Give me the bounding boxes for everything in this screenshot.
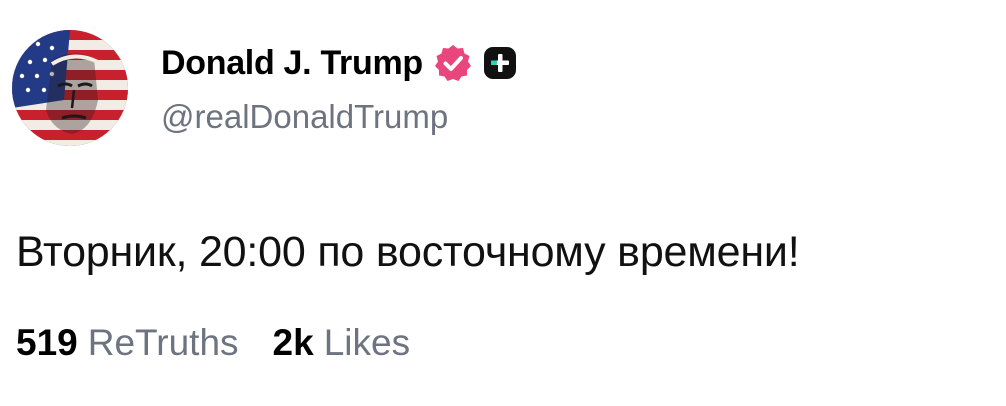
post-text: Вторник, 20:00 по восточному времени!	[16, 228, 800, 276]
retruths-count: 519	[16, 322, 78, 363]
retruths-label: ReTruths	[87, 322, 239, 363]
author-name-row: Donald J. Trump	[161, 40, 517, 86]
flag-portrait-avatar-icon	[12, 30, 128, 146]
truth-post: Donald J. Trump @realDonaldTrump Вторник…	[0, 0, 1006, 406]
likes-count: 2k	[272, 322, 314, 363]
author-handle[interactable]: @realDonaldTrump	[161, 98, 448, 136]
likes-label: Likes	[323, 322, 411, 363]
author-avatar[interactable]	[12, 30, 128, 146]
plus-badge-icon	[483, 46, 517, 80]
verified-badge-icon	[433, 43, 473, 83]
post-stats: 519 ReTruths 2k Likes	[16, 322, 444, 364]
author-display-name[interactable]: Donald J. Trump	[161, 44, 423, 83]
likes-stat[interactable]: 2k Likes	[273, 322, 411, 364]
retruths-stat[interactable]: 519 ReTruths	[16, 322, 239, 364]
